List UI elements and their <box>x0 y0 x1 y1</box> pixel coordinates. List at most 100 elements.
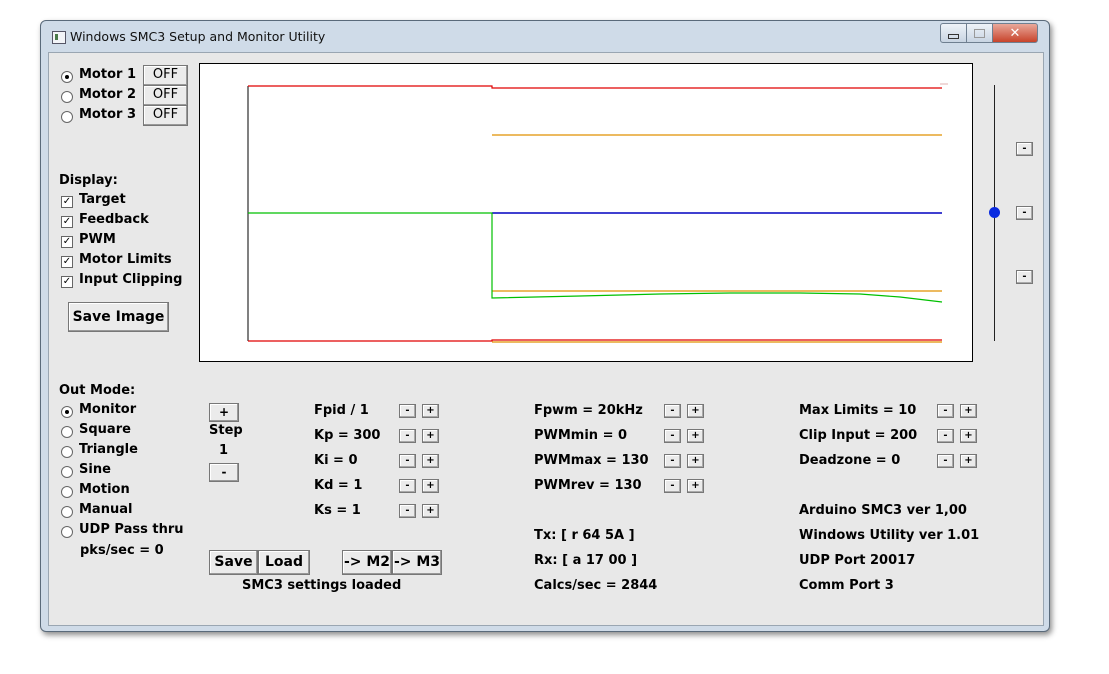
plot-area <box>199 63 973 362</box>
target-label: Target <box>79 192 126 207</box>
utility-version: Windows Utility ver 1.01 <box>799 528 980 543</box>
square-label: Square <box>79 422 131 437</box>
deadzone-decrease-button[interactable]: - <box>937 454 954 468</box>
kd-decrease-button[interactable]: - <box>399 479 416 493</box>
motor-1-label: Motor 1 <box>79 67 136 82</box>
udp-pass-thru-label: UDP Pass thru <box>79 522 184 537</box>
sine-radio[interactable] <box>61 466 73 478</box>
kp-decrease-button[interactable]: - <box>399 429 416 443</box>
app-window: Windows SMC3 Setup and Monitor Utility ✕… <box>40 20 1050 632</box>
udp-pass-thru-radio[interactable] <box>61 526 73 538</box>
step-decrease-button[interactable]: - <box>209 463 239 482</box>
ki-decrease-button[interactable]: - <box>399 454 416 468</box>
slider-bottom-button[interactable]: - <box>1016 270 1033 284</box>
fpid-label: Fpid / 1 <box>314 403 369 418</box>
triangle-radio[interactable] <box>61 446 73 458</box>
clip-input-decrease-button[interactable]: - <box>937 429 954 443</box>
minimize-icon <box>948 33 959 39</box>
kp-increase-button[interactable]: + <box>422 429 439 443</box>
motion-radio[interactable] <box>61 486 73 498</box>
pwmmax-increase-button[interactable]: + <box>687 454 704 468</box>
save-image-button[interactable]: Save Image <box>68 302 169 332</box>
pwmrev-increase-button[interactable]: + <box>687 479 704 493</box>
maximize-button[interactable] <box>966 23 993 43</box>
close-icon: ✕ <box>1009 25 1021 41</box>
target-lower-trace <box>248 339 942 342</box>
udp-port: UDP Port 20017 <box>799 553 916 568</box>
fpid-increase-button[interactable]: + <box>422 404 439 418</box>
zoom-slider-thumb[interactable] <box>989 207 1000 218</box>
motor-3-radio[interactable] <box>61 111 73 123</box>
copy-to-m2-button[interactable]: -> M2 <box>342 550 392 575</box>
monitor-label: Monitor <box>79 402 137 417</box>
kp-label: Kp = 300 <box>314 428 381 443</box>
maximize-icon <box>974 28 985 38</box>
target-checkbox[interactable]: ✓ <box>61 196 73 208</box>
save-button[interactable]: Save <box>209 550 258 575</box>
minimize-button[interactable] <box>940 23 967 43</box>
calcs-readout: Calcs/sec = 2844 <box>534 578 658 593</box>
motion-label: Motion <box>79 482 130 497</box>
clip-input-increase-button[interactable]: + <box>960 429 977 443</box>
kd-increase-button[interactable]: + <box>422 479 439 493</box>
motor-2-radio[interactable] <box>61 91 73 103</box>
comm-port: Comm Port 3 <box>799 578 894 593</box>
ki-label: Ki = 0 <box>314 453 358 468</box>
slider-top-button[interactable]: - <box>1016 142 1033 156</box>
out-mode-heading: Out Mode: <box>59 383 136 398</box>
pwmmin-increase-button[interactable]: + <box>687 429 704 443</box>
fpwm-decrease-button[interactable]: - <box>664 404 681 418</box>
load-button[interactable]: Load <box>258 550 310 575</box>
max-limits-increase-button[interactable]: + <box>960 404 977 418</box>
motor-3-label: Motor 3 <box>79 107 136 122</box>
pwmmin-decrease-button[interactable]: - <box>664 429 681 443</box>
ki-increase-button[interactable]: + <box>422 454 439 468</box>
motor-3-toggle-button[interactable]: OFF <box>143 105 188 126</box>
arduino-version: Arduino SMC3 ver 1,00 <box>799 503 967 518</box>
slider-middle-button[interactable]: - <box>1016 206 1033 220</box>
square-radio[interactable] <box>61 426 73 438</box>
ks-increase-button[interactable]: + <box>422 504 439 518</box>
fpwm-label: Fpwm = 20kHz <box>534 403 643 418</box>
fpid-decrease-button[interactable]: - <box>399 404 416 418</box>
pwmmin-label: PWMmin = 0 <box>534 428 628 443</box>
motor-1-toggle-button[interactable]: OFF <box>143 65 188 86</box>
pwm-checkbox[interactable]: ✓ <box>61 236 73 248</box>
window-title: Windows SMC3 Setup and Monitor Utility <box>70 29 326 44</box>
motor-1-radio[interactable] <box>61 71 73 83</box>
close-button[interactable]: ✕ <box>992 23 1038 43</box>
step-label: Step <box>209 423 243 438</box>
monitor-radio[interactable] <box>61 406 73 418</box>
pwm-label: PWM <box>79 232 116 247</box>
title-bar[interactable]: Windows SMC3 Setup and Monitor Utility ✕ <box>41 21 1049 53</box>
manual-radio[interactable] <box>61 506 73 518</box>
deadzone-label: Deadzone = 0 <box>799 453 901 468</box>
motor-limits-label: Motor Limits <box>79 252 172 267</box>
pwmmax-decrease-button[interactable]: - <box>664 454 681 468</box>
app-icon <box>52 31 66 44</box>
client-area: Motor 1 OFF Motor 2 OFF Motor 3 OFF Disp… <box>48 52 1044 626</box>
pwmrev-decrease-button[interactable]: - <box>664 479 681 493</box>
ks-decrease-button[interactable]: - <box>399 504 416 518</box>
deadzone-increase-button[interactable]: + <box>960 454 977 468</box>
max-limits-decrease-button[interactable]: - <box>937 404 954 418</box>
ks-label: Ks = 1 <box>314 503 361 518</box>
target-trace <box>248 85 942 89</box>
pks-sec-readout: pks/sec = 0 <box>80 543 164 558</box>
plot-canvas <box>247 83 948 343</box>
display-heading: Display: <box>59 173 118 188</box>
kd-label: Kd = 1 <box>314 478 363 493</box>
pwm-trace <box>248 212 943 303</box>
motor-2-toggle-button[interactable]: OFF <box>143 85 188 106</box>
copy-to-m3-button[interactable]: -> M3 <box>392 550 442 575</box>
motor-limits-checkbox[interactable]: ✓ <box>61 256 73 268</box>
step-increase-button[interactable]: + <box>209 403 239 422</box>
fpwm-increase-button[interactable]: + <box>687 404 704 418</box>
pwmmax-label: PWMmax = 130 <box>534 453 649 468</box>
input-clipping-label: Input Clipping <box>79 272 183 287</box>
triangle-label: Triangle <box>79 442 138 457</box>
feedback-label: Feedback <box>79 212 149 227</box>
feedback-checkbox[interactable]: ✓ <box>61 216 73 228</box>
input-clipping-checkbox[interactable]: ✓ <box>61 276 73 288</box>
rx-readout: Rx: [ a 17 00 ] <box>534 553 638 568</box>
